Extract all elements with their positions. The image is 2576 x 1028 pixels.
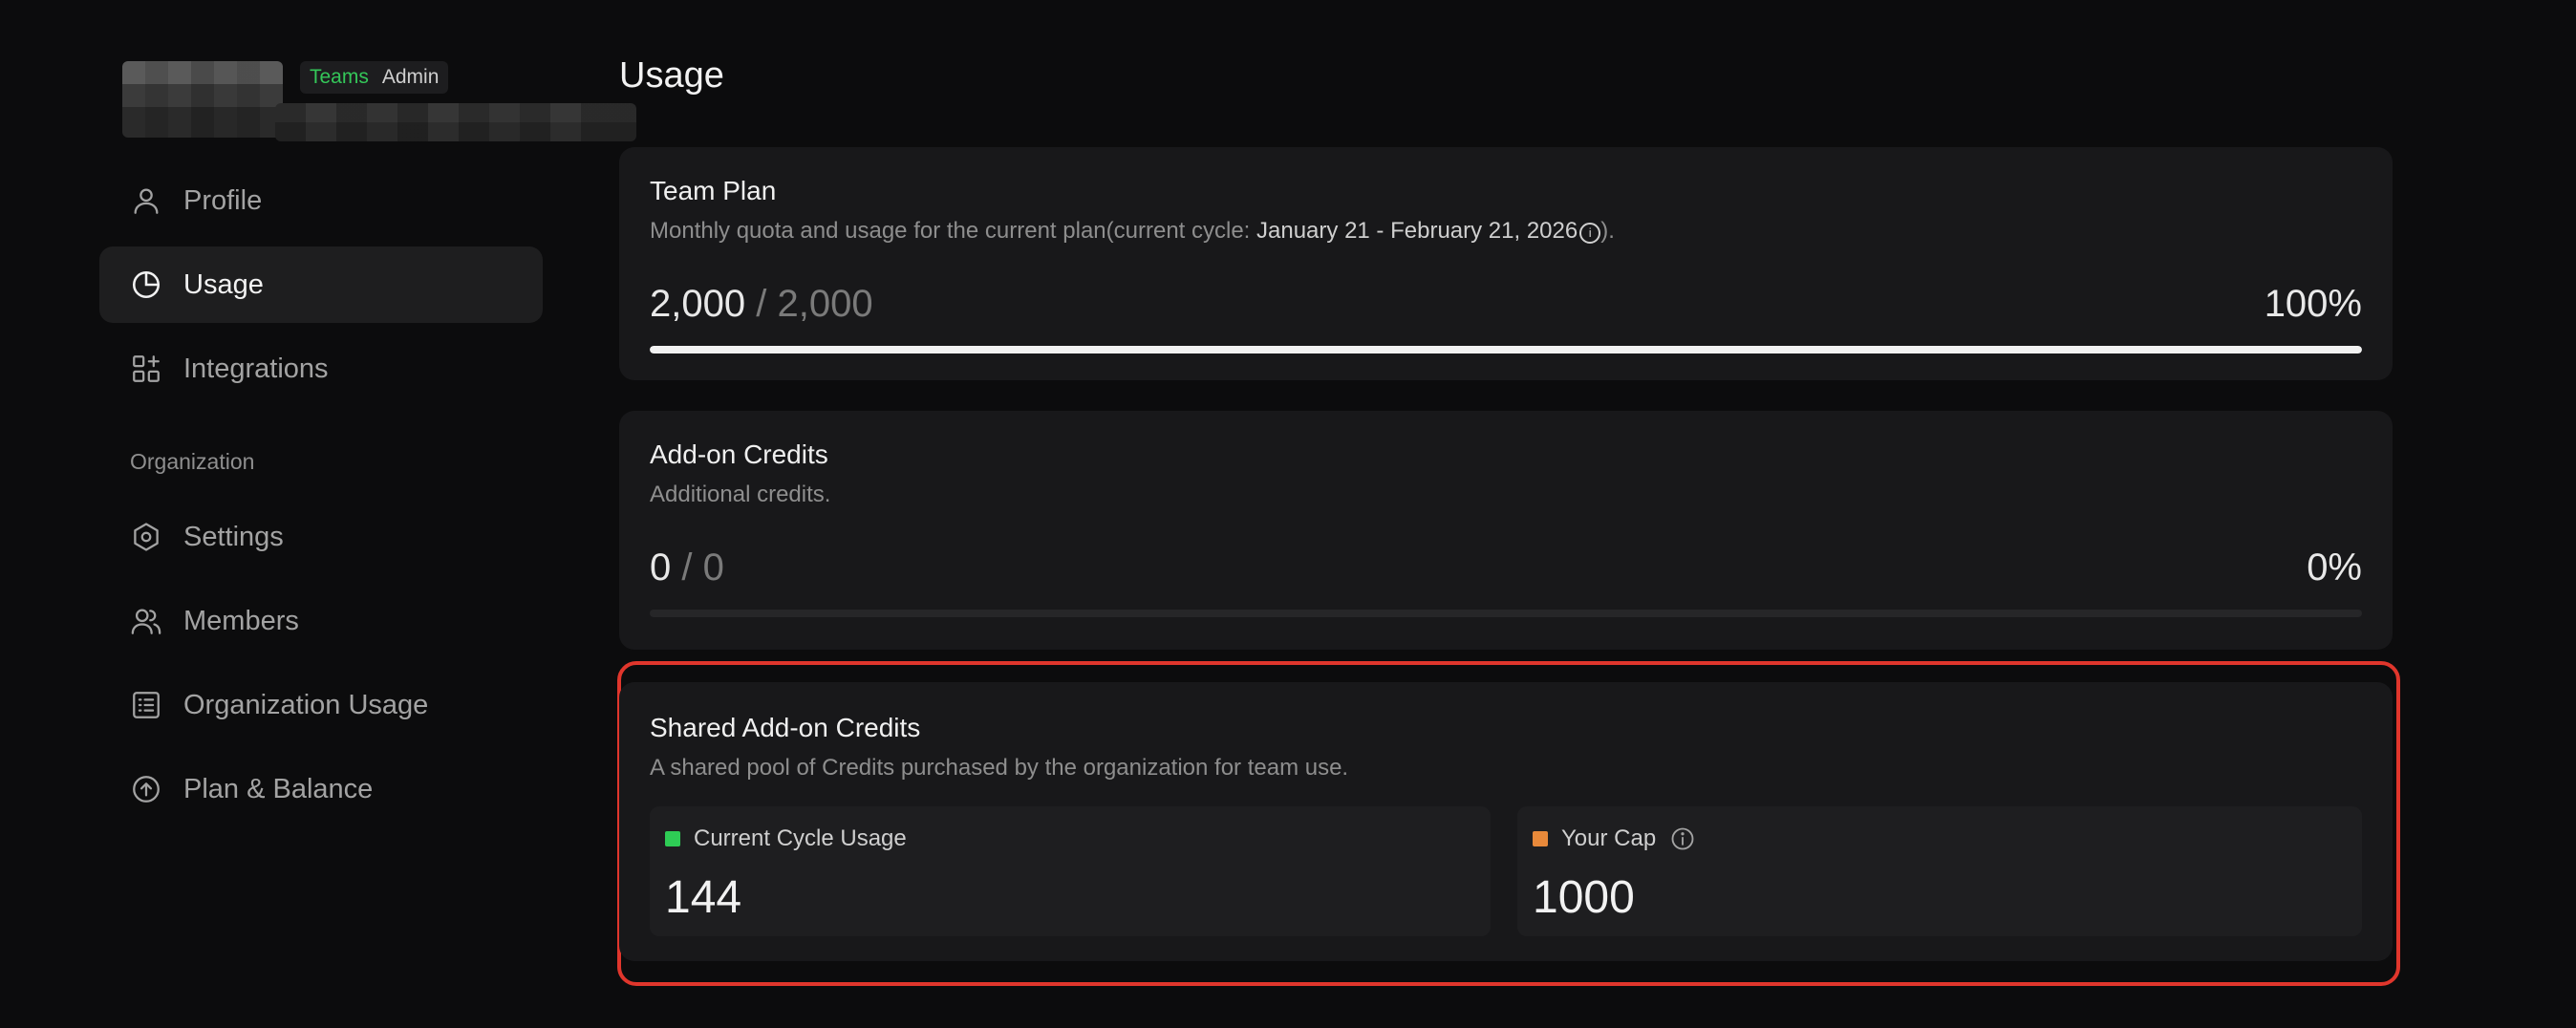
stat-value: 144 xyxy=(665,872,742,923)
card-description: Monthly quota and usage for the current … xyxy=(650,218,1615,245)
arrow-up-circle-icon xyxy=(130,773,162,805)
sidebar-item-label: Organization Usage xyxy=(183,689,429,720)
user-icon xyxy=(130,184,162,217)
info-icon[interactable] xyxy=(1669,825,1696,852)
your-cap-box: Your Cap 1000 xyxy=(1517,806,2362,936)
avatar xyxy=(122,61,283,138)
grid-plus-icon xyxy=(130,353,162,385)
card-title: Shared Add-on Credits xyxy=(650,713,921,742)
admin-badge: Admin xyxy=(381,66,440,88)
page-title: Usage xyxy=(619,55,724,96)
used-value: 2,000 xyxy=(650,283,746,325)
sidebar-item-label: Settings xyxy=(183,521,284,552)
section-label-organization: Organization xyxy=(130,449,255,474)
sidebar-item-label: Usage xyxy=(183,268,264,300)
usage-percent: 100% xyxy=(2264,283,2362,325)
card-description: A shared pool of Credits purchased by th… xyxy=(650,755,1349,781)
sidebar-item-label: Members xyxy=(183,605,299,636)
sidebar-item-label: Integrations xyxy=(183,353,329,384)
sidebar-item-label: Profile xyxy=(183,184,263,216)
card-title: Team Plan xyxy=(650,176,777,205)
stat-header: Current Cycle Usage xyxy=(665,825,907,852)
progress-bar xyxy=(650,346,2362,353)
app-root: Teams Admin Profile Usage Integrations O… xyxy=(0,0,2576,1028)
account-header[interactable]: Teams Admin xyxy=(122,61,636,145)
users-icon xyxy=(130,605,162,637)
progress-bar xyxy=(650,610,2362,617)
orange-legend-swatch xyxy=(1533,831,1548,846)
description-suffix: ). xyxy=(1600,218,1615,244)
sidebar-item-plan-balance[interactable]: Plan & Balance xyxy=(99,751,543,827)
used-value: 0 xyxy=(650,546,672,589)
hexagon-gear-icon xyxy=(130,521,162,553)
total-value: / 2,000 xyxy=(756,283,873,325)
progress-fill xyxy=(650,346,2362,353)
usage-amount: 2,000 / 2,000 xyxy=(650,283,873,326)
account-name-redacted xyxy=(275,103,636,141)
pie-chart-icon xyxy=(130,268,162,301)
role-badges: Teams Admin xyxy=(300,61,449,94)
card-title: Add-on Credits xyxy=(650,439,828,469)
current-cycle-usage-box: Current Cycle Usage 144 xyxy=(650,806,1491,936)
team-plan-card: Team Plan Monthly quota and usage for th… xyxy=(619,147,2393,380)
cycle-dates: January 21 - February 21, 2026 xyxy=(1256,218,1578,244)
usage-percent: 0% xyxy=(2307,546,2362,589)
sidebar-item-profile[interactable]: Profile xyxy=(99,162,543,239)
usage-amount: 0 / 0 xyxy=(650,546,724,589)
stat-label: Your Cap xyxy=(1561,825,1657,851)
teams-badge: Teams xyxy=(310,66,369,88)
addon-credits-card: Add-on Credits Additional credits. 0 / 0… xyxy=(619,411,2393,650)
stat-label: Current Cycle Usage xyxy=(694,825,907,851)
info-icon[interactable]: i xyxy=(1579,223,1601,244)
card-description: Additional credits. xyxy=(650,482,831,507)
green-legend-swatch xyxy=(665,831,680,846)
sidebar-item-settings[interactable]: Settings xyxy=(99,499,543,575)
sidebar-item-integrations[interactable]: Integrations xyxy=(99,331,543,407)
sidebar-item-members[interactable]: Members xyxy=(99,583,543,659)
list-icon xyxy=(130,689,162,721)
sidebar: Teams Admin Profile Usage Integrations O… xyxy=(0,0,636,1028)
total-value: / 0 xyxy=(681,546,724,589)
stat-value: 1000 xyxy=(1533,872,1635,923)
shared-addon-credits-card: Shared Add-on Credits A shared pool of C… xyxy=(619,682,2393,961)
description-text: Monthly quota and usage for the current … xyxy=(650,218,1257,244)
sidebar-item-usage[interactable]: Usage xyxy=(99,246,543,323)
sidebar-item-organization-usage[interactable]: Organization Usage xyxy=(99,667,543,743)
sidebar-item-label: Plan & Balance xyxy=(183,773,374,804)
stat-header: Your Cap xyxy=(1533,825,1696,852)
